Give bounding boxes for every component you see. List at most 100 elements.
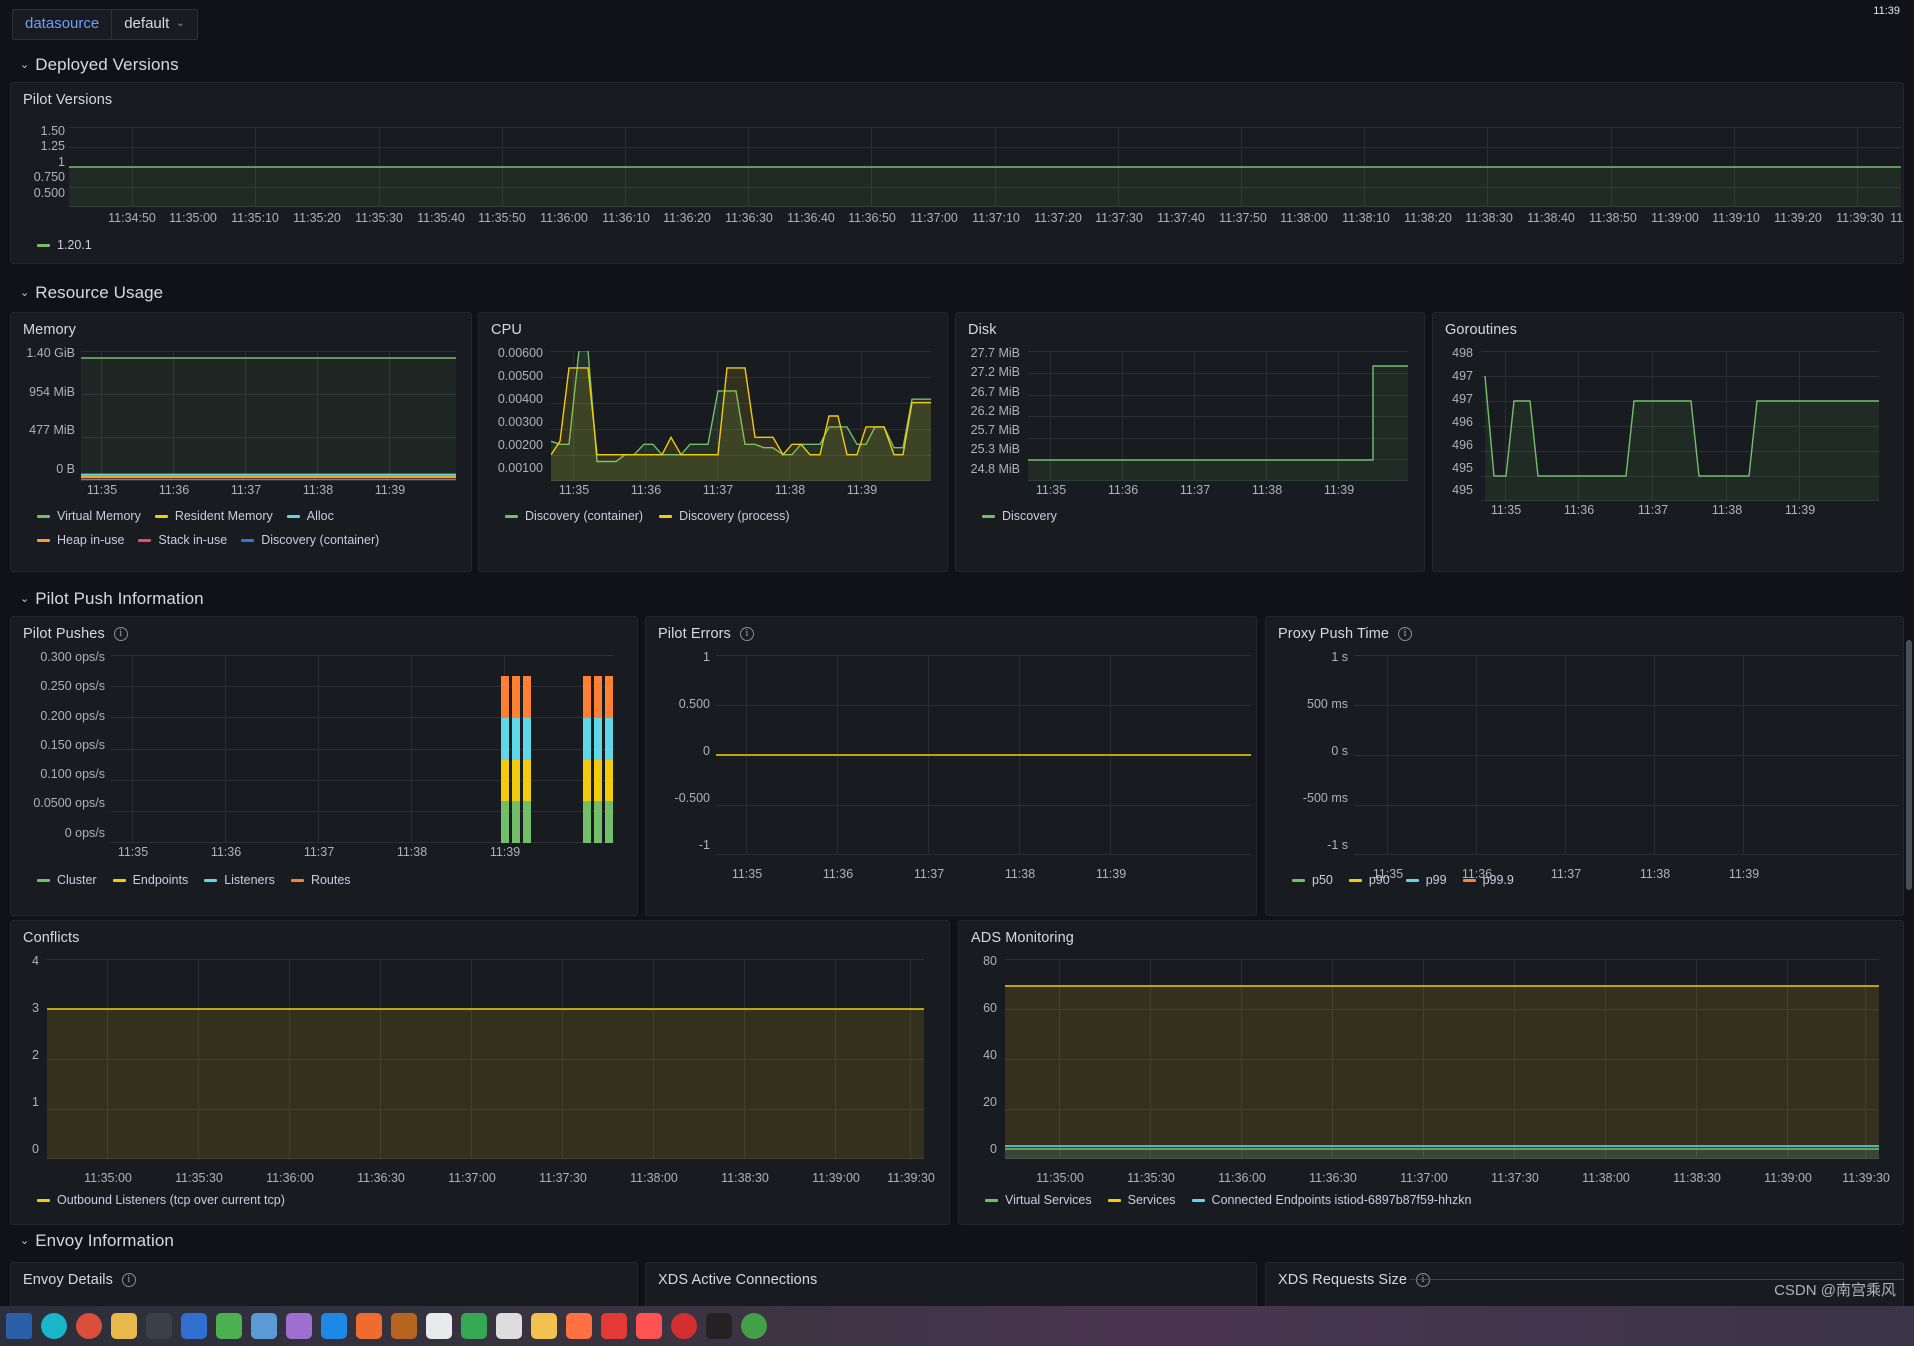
- taskbar-clock[interactable]: 11:39: [1873, 4, 1900, 19]
- panel-title-text: Conflicts: [23, 930, 80, 946]
- taskbar-icon-recorder[interactable]: [671, 1313, 697, 1339]
- legend-item[interactable]: Resident Memory: [154, 509, 273, 523]
- taskbar-icon-pdf[interactable]: [601, 1313, 627, 1339]
- x-tick: 11:39: [1323, 483, 1355, 497]
- plot-area[interactable]: 498 497 497 496 496 495 495 11:35 11:36 …: [1433, 341, 1903, 517]
- legend-color-swatch: [204, 878, 218, 882]
- legend-label: Stack in-use: [158, 533, 228, 547]
- goroutines-svg: [1481, 351, 1879, 501]
- legend-item[interactable]: Routes: [290, 873, 351, 887]
- row-header-resource-usage[interactable]: ⌄ Resource Usage: [0, 280, 163, 306]
- taskbar-icon-tool[interactable]: [531, 1313, 557, 1339]
- plot-area[interactable]: 0.00600 0.00500 0.00400 0.00300 0.00200 …: [479, 341, 947, 497]
- cpu-svg: [551, 351, 931, 481]
- taskbar-icon-notes[interactable]: [321, 1313, 347, 1339]
- info-icon[interactable]: i: [739, 627, 754, 641]
- legend-item[interactable]: p99: [1405, 873, 1447, 887]
- legend-item[interactable]: p50: [1292, 873, 1333, 887]
- taskbar-icon-media[interactable]: [286, 1313, 312, 1339]
- panel-title-text: XDS Active Connections: [658, 1272, 818, 1288]
- legend-item[interactable]: Discovery (container): [241, 533, 379, 547]
- taskbar-icon-file-explorer[interactable]: [111, 1313, 137, 1339]
- row-header-pilot-push-information[interactable]: ⌄ Pilot Push Information: [0, 586, 204, 612]
- plot-area[interactable]: 0.300 ops/s 0.250 ops/s 0.200 ops/s 0.15…: [11, 645, 637, 859]
- taskbar-icon-editor[interactable]: [181, 1313, 207, 1339]
- plot-area[interactable]: 1 s 500 ms 0 s -500 ms -1 s 11:35 11:36: [1266, 645, 1903, 881]
- taskbar-icon-terminal[interactable]: [146, 1313, 172, 1339]
- legend-color-swatch: [290, 878, 304, 882]
- taskbar-icon-app[interactable]: [76, 1313, 102, 1339]
- taskbar-icon-cloud[interactable]: [251, 1313, 277, 1339]
- page-scrollbar[interactable]: [1906, 640, 1912, 890]
- x-tick: 11:35: [558, 483, 590, 497]
- legend-item[interactable]: Outbound Listeners (tcp over current tcp…: [37, 1193, 285, 1207]
- taskbar-icon-vscode[interactable]: [706, 1313, 732, 1339]
- x-tick: 11:37:30: [1491, 1171, 1539, 1185]
- plot-area[interactable]: 27.7 MiB 27.2 MiB 26.7 MiB 26.2 MiB 25.7…: [956, 341, 1424, 497]
- legend-label: Listeners: [224, 873, 275, 887]
- x-tick: 11:39:10: [1712, 211, 1760, 225]
- taskbar-icon-sublime[interactable]: [356, 1313, 382, 1339]
- legend-item[interactable]: p90: [1348, 873, 1390, 887]
- panel-title: Proxy Push Time i: [1266, 617, 1903, 642]
- plot-area[interactable]: 80 60 40 20 0 11:35:00 11:35:30 11:36:00…: [959, 949, 1903, 1185]
- legend-item[interactable]: Listeners: [204, 873, 275, 887]
- y-tick: 496: [1452, 437, 1473, 452]
- taskbar-icon-wechat[interactable]: [741, 1313, 767, 1339]
- conflicts-svg: [47, 959, 924, 1159]
- y-tick: -1 s: [1327, 837, 1348, 852]
- x-tick: 11:36:30: [725, 211, 773, 225]
- legend-item[interactable]: Services: [1107, 1193, 1176, 1207]
- x-tick: 11:39: [1095, 867, 1127, 881]
- y-tick: 500 ms: [1307, 696, 1348, 711]
- legend-item[interactable]: Endpoints: [112, 873, 188, 887]
- legend-label: Alloc: [306, 509, 334, 523]
- x-tick: 11:37: [702, 483, 734, 497]
- taskbar-icon-document[interactable]: [426, 1313, 452, 1339]
- legend-label: p99: [1425, 873, 1447, 887]
- legend-item[interactable]: p99.9: [1462, 873, 1514, 887]
- legend-color-swatch: [1348, 878, 1362, 882]
- row-header-envoy-information[interactable]: ⌄ Envoy Information: [0, 1228, 174, 1254]
- plot-area[interactable]: 1 0.500 0 -0.500 -1 11:35 11:36 11:37 11…: [646, 645, 1256, 881]
- y-axis-labels: 4 3 2 1 0: [13, 955, 39, 1161]
- legend-item[interactable]: Heap in-use: [37, 533, 124, 547]
- x-tick: 11:37:10: [972, 211, 1020, 225]
- datasource-variable[interactable]: datasource default ⌄: [12, 9, 198, 40]
- legend-item[interactable]: Virtual Services: [985, 1193, 1092, 1207]
- taskbar-icon-start[interactable]: [6, 1313, 32, 1339]
- panel-title: Conflicts: [11, 921, 949, 946]
- taskbar-icon-browser[interactable]: [41, 1313, 67, 1339]
- info-icon[interactable]: i: [121, 1273, 136, 1287]
- taskbar-icon-archive[interactable]: [391, 1313, 417, 1339]
- taskbar-icon-android[interactable]: [216, 1313, 242, 1339]
- legend-item[interactable]: Stack in-use: [138, 533, 227, 547]
- plot-area[interactable]: 1.40 GiB 954 MiB 477 MiB 0 B 11:35 11:36…: [11, 341, 471, 497]
- legend-item[interactable]: Virtual Memory: [37, 509, 141, 523]
- info-icon[interactable]: i: [1398, 627, 1413, 641]
- legend-item[interactable]: Alloc: [286, 509, 334, 523]
- taskbar-icon-music[interactable]: [636, 1313, 662, 1339]
- legend-item[interactable]: Connected Endpoints istiod-6897b87f59-hh…: [1191, 1193, 1472, 1207]
- taskbar-icon-chat[interactable]: [566, 1313, 592, 1339]
- row-header-deployed-versions[interactable]: ⌄ Deployed Versions: [0, 52, 1914, 78]
- taskbar-icon-spreadsheet[interactable]: [461, 1313, 487, 1339]
- info-icon[interactable]: i: [1416, 1273, 1431, 1287]
- x-tick: 11:36:20: [663, 211, 711, 225]
- info-icon[interactable]: i: [113, 627, 128, 641]
- legend-label: Connected Endpoints istiod-6897b87f59-hh…: [1211, 1193, 1472, 1207]
- panel-legend: Virtual Memory Resident Memory Alloc Hea…: [11, 509, 461, 547]
- plot-area[interactable]: 1.50 1.25 1 0.750 0.500 11:34:50 11:35:0…: [11, 111, 1903, 225]
- legend-item[interactable]: Discovery (container): [505, 509, 643, 523]
- plot-area[interactable]: 4 3 2 1 0 11:35:00 11:35:30 11:36:00 11:…: [11, 949, 949, 1185]
- legend-item[interactable]: Discovery: [982, 509, 1057, 523]
- legend-item[interactable]: Cluster: [37, 873, 97, 887]
- legend-item[interactable]: Discovery (process): [659, 509, 790, 523]
- panel-disk: Disk 27.7 MiB 27.2 MiB 26.7 MiB 26.2 MiB…: [955, 312, 1425, 572]
- legend-item[interactable]: 1.20.1: [37, 238, 92, 252]
- panel-title-text: Proxy Push Time: [1278, 626, 1390, 642]
- os-taskbar[interactable]: [0, 1306, 1914, 1346]
- x-tick: 11:36:30: [357, 1171, 405, 1185]
- taskbar-icon-word[interactable]: [496, 1313, 522, 1339]
- datasource-variable-select[interactable]: default ⌄: [111, 9, 198, 40]
